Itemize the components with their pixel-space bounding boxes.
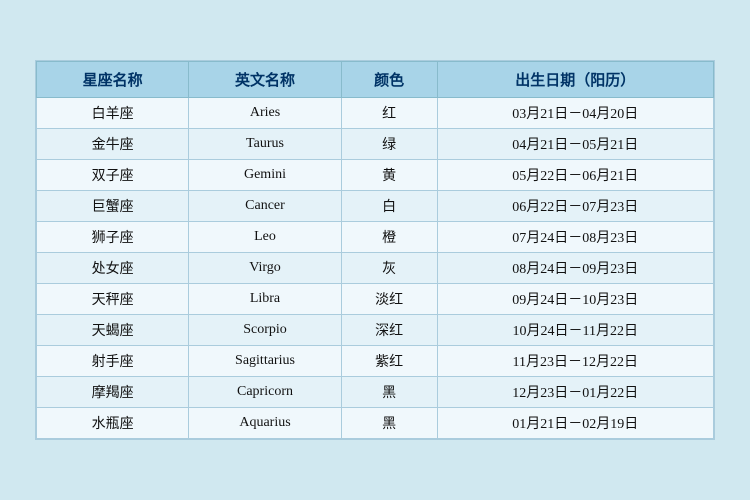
cell-dates: 07月24日－08月23日 xyxy=(437,222,713,253)
cell-dates: 04月21日－05月21日 xyxy=(437,129,713,160)
cell-english-name: Cancer xyxy=(189,191,341,222)
cell-color: 橙 xyxy=(341,222,437,253)
cell-dates: 09月24日－10月23日 xyxy=(437,284,713,315)
cell-chinese-name: 摩羯座 xyxy=(37,377,189,408)
cell-chinese-name: 水瓶座 xyxy=(37,408,189,439)
cell-english-name: Taurus xyxy=(189,129,341,160)
cell-color: 黑 xyxy=(341,377,437,408)
header-color: 颜色 xyxy=(341,62,437,98)
cell-dates: 01月21日－02月19日 xyxy=(437,408,713,439)
cell-english-name: Libra xyxy=(189,284,341,315)
cell-english-name: Aquarius xyxy=(189,408,341,439)
table-row: 白羊座Aries红03月21日－04月20日 xyxy=(37,98,714,129)
cell-color: 淡红 xyxy=(341,284,437,315)
table-row: 巨蟹座Cancer白06月22日－07月23日 xyxy=(37,191,714,222)
cell-dates: 12月23日－01月22日 xyxy=(437,377,713,408)
cell-dates: 05月22日－06月21日 xyxy=(437,160,713,191)
cell-color: 白 xyxy=(341,191,437,222)
zodiac-table: 星座名称 英文名称 颜色 出生日期（阳历） 白羊座Aries红03月21日－04… xyxy=(36,61,714,439)
cell-dates: 06月22日－07月23日 xyxy=(437,191,713,222)
cell-chinese-name: 天蝎座 xyxy=(37,315,189,346)
cell-dates: 03月21日－04月20日 xyxy=(437,98,713,129)
cell-color: 深红 xyxy=(341,315,437,346)
cell-color: 黑 xyxy=(341,408,437,439)
cell-chinese-name: 金牛座 xyxy=(37,129,189,160)
cell-color: 紫红 xyxy=(341,346,437,377)
cell-chinese-name: 巨蟹座 xyxy=(37,191,189,222)
cell-english-name: Sagittarius xyxy=(189,346,341,377)
cell-color: 红 xyxy=(341,98,437,129)
cell-chinese-name: 天秤座 xyxy=(37,284,189,315)
table-row: 天蝎座Scorpio深红10月24日－11月22日 xyxy=(37,315,714,346)
table-row: 金牛座Taurus绿04月21日－05月21日 xyxy=(37,129,714,160)
cell-dates: 11月23日－12月22日 xyxy=(437,346,713,377)
table-body: 白羊座Aries红03月21日－04月20日金牛座Taurus绿04月21日－0… xyxy=(37,98,714,439)
cell-chinese-name: 狮子座 xyxy=(37,222,189,253)
table-row: 双子座Gemini黄05月22日－06月21日 xyxy=(37,160,714,191)
table-row: 处女座Virgo灰08月24日－09月23日 xyxy=(37,253,714,284)
table-row: 射手座Sagittarius紫红11月23日－12月22日 xyxy=(37,346,714,377)
cell-english-name: Leo xyxy=(189,222,341,253)
header-birth-date: 出生日期（阳历） xyxy=(437,62,713,98)
cell-dates: 08月24日－09月23日 xyxy=(437,253,713,284)
header-chinese-name: 星座名称 xyxy=(37,62,189,98)
header-english-name: 英文名称 xyxy=(189,62,341,98)
zodiac-table-container: 星座名称 英文名称 颜色 出生日期（阳历） 白羊座Aries红03月21日－04… xyxy=(35,60,715,440)
table-row: 天秤座Libra淡红09月24日－10月23日 xyxy=(37,284,714,315)
cell-chinese-name: 白羊座 xyxy=(37,98,189,129)
cell-english-name: Scorpio xyxy=(189,315,341,346)
table-header-row: 星座名称 英文名称 颜色 出生日期（阳历） xyxy=(37,62,714,98)
cell-dates: 10月24日－11月22日 xyxy=(437,315,713,346)
table-row: 狮子座Leo橙07月24日－08月23日 xyxy=(37,222,714,253)
cell-english-name: Gemini xyxy=(189,160,341,191)
cell-english-name: Virgo xyxy=(189,253,341,284)
cell-chinese-name: 处女座 xyxy=(37,253,189,284)
table-row: 水瓶座Aquarius黑01月21日－02月19日 xyxy=(37,408,714,439)
table-row: 摩羯座Capricorn黑12月23日－01月22日 xyxy=(37,377,714,408)
cell-color: 灰 xyxy=(341,253,437,284)
cell-color: 绿 xyxy=(341,129,437,160)
cell-english-name: Capricorn xyxy=(189,377,341,408)
cell-chinese-name: 双子座 xyxy=(37,160,189,191)
cell-color: 黄 xyxy=(341,160,437,191)
cell-chinese-name: 射手座 xyxy=(37,346,189,377)
cell-english-name: Aries xyxy=(189,98,341,129)
